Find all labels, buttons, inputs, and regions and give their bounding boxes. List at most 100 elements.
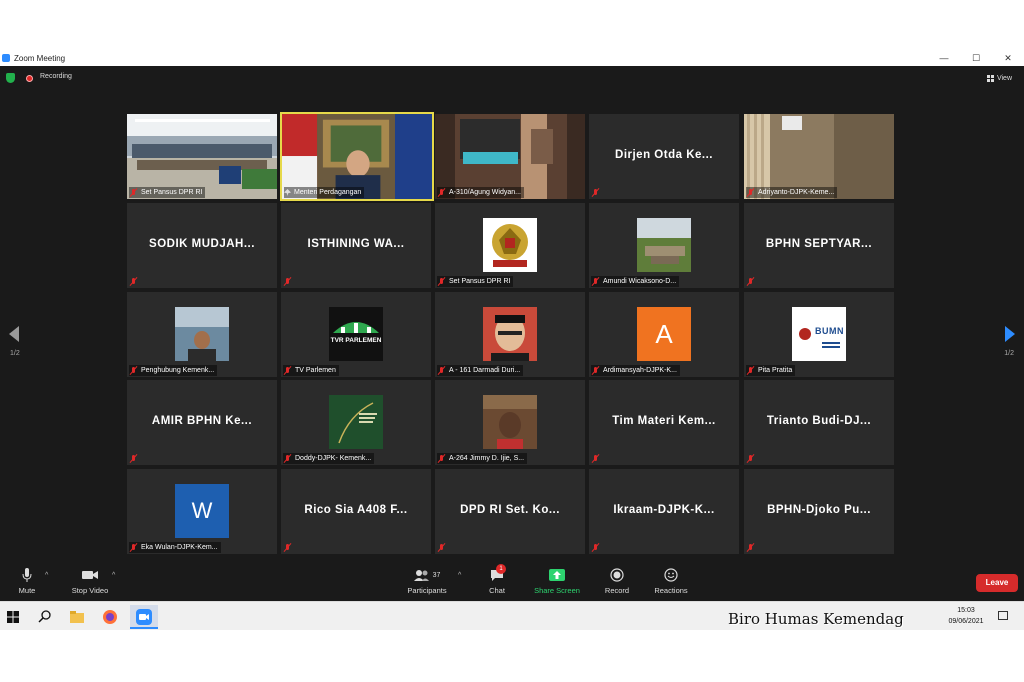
participant-name: DPD RI Set. Ko... bbox=[460, 504, 560, 516]
share-screen-icon bbox=[549, 568, 565, 581]
participant-tile[interactable]: SODIK MUDJAH... bbox=[127, 203, 277, 288]
mic-muted-icon bbox=[283, 366, 292, 375]
participant-tile[interactable]: TVR PARLEMEN TV Parlemen bbox=[281, 292, 431, 377]
participant-tile[interactable]: Penghubung Kemenk... bbox=[127, 292, 277, 377]
mic-muted-icon bbox=[591, 543, 600, 552]
notification-icon[interactable] bbox=[998, 611, 1008, 620]
audio-options-chevron-icon[interactable]: ^ bbox=[45, 572, 48, 579]
participant-tile[interactable]: Tim Materi Kem... bbox=[589, 380, 739, 465]
firefox-icon[interactable] bbox=[101, 608, 119, 626]
mute-button[interactable]: Mute bbox=[12, 567, 42, 595]
participant-label bbox=[437, 542, 452, 553]
windows-start-icon[interactable] bbox=[4, 608, 22, 626]
participant-tile[interactable]: ISTHINING WA... bbox=[281, 203, 431, 288]
shield-icon[interactable] bbox=[6, 73, 15, 83]
zoom-app-icon bbox=[136, 609, 152, 625]
participants-button[interactable]: 37 Participants bbox=[402, 567, 452, 595]
letter-avatar: A bbox=[637, 307, 691, 361]
next-page-button[interactable] bbox=[1002, 324, 1018, 344]
clock-time: 15:03 bbox=[957, 607, 975, 614]
mic-muted-icon bbox=[129, 543, 138, 552]
pin-icon bbox=[284, 189, 291, 196]
participant-tile[interactable]: Amundi Wicaksono-D... bbox=[589, 203, 739, 288]
photo-avatar bbox=[175, 307, 229, 361]
participant-tile[interactable]: DPD RI Set. Ko... bbox=[435, 469, 585, 554]
participant-name: Tim Materi Kem... bbox=[612, 415, 716, 427]
participant-tile[interactable]: BPHN SEPTYAR... bbox=[744, 203, 894, 288]
participant-label: Penghubung Kemenk... bbox=[129, 365, 218, 376]
view-button[interactable]: View bbox=[983, 71, 1016, 85]
stop-video-button[interactable]: Stop Video bbox=[66, 567, 114, 595]
mic-muted-icon bbox=[129, 277, 138, 286]
person-photo bbox=[483, 395, 537, 449]
participant-tile[interactable]: Trianto Budi-DJ... bbox=[744, 380, 894, 465]
window-controls: — ☐ ✕ bbox=[928, 50, 1024, 66]
tvr-logo-text: TVR PARLEMEN bbox=[330, 337, 382, 344]
participant-tile[interactable]: A-264 Jimmy D. Ijie, S... bbox=[435, 380, 585, 465]
participant-tile[interactable]: Set Pansus DPR RI bbox=[127, 114, 277, 199]
participant-name: Rico Sia A408 F... bbox=[304, 504, 408, 516]
participant-label: A-264 Jimmy D. Ijie, S... bbox=[437, 453, 528, 464]
mic-muted-icon bbox=[746, 188, 755, 197]
photo-avatar bbox=[483, 307, 537, 361]
participant-name: BPHN SEPTYAR... bbox=[765, 238, 873, 250]
participant-label: Set Pansus DPR RI bbox=[437, 276, 514, 287]
participant-label: A-310/Agung Widyan... bbox=[437, 187, 524, 198]
file-explorer-icon[interactable] bbox=[68, 608, 86, 626]
photo-avatar bbox=[483, 395, 537, 449]
mic-muted-icon bbox=[437, 188, 446, 197]
record-button[interactable]: Record bbox=[602, 567, 632, 595]
participant-tile[interactable]: BUMN Pita Pratita bbox=[744, 292, 894, 377]
participant-tile[interactable]: BPHN-Djoko Pu... bbox=[744, 469, 894, 554]
taskbar-clock[interactable]: 15:03 09/06/2021 bbox=[944, 605, 988, 627]
recording-label: Recording bbox=[40, 73, 72, 80]
participant-tile[interactable]: Ikraam-DJPK-K... bbox=[589, 469, 739, 554]
participant-tile[interactable]: Doddy-DJPK- Kemenk... bbox=[281, 380, 431, 465]
dpr-emblem-avatar bbox=[483, 218, 537, 272]
participant-tile[interactable]: Rico Sia A408 F... bbox=[281, 469, 431, 554]
participant-name: Ikraam-DJPK-K... bbox=[613, 504, 715, 516]
participant-tile[interactable]: A - 161 Darmadi Duri... bbox=[435, 292, 585, 377]
participant-label bbox=[746, 542, 761, 553]
mic-muted-icon bbox=[437, 454, 446, 463]
green-card-avatar bbox=[329, 395, 383, 449]
recording-icon bbox=[26, 75, 33, 82]
participant-label bbox=[129, 453, 144, 464]
record-icon bbox=[610, 568, 624, 582]
participant-label bbox=[746, 276, 761, 287]
windows-taskbar: Biro Humas Kemendag 15:03 09/06/2021 bbox=[0, 601, 1024, 630]
zoom-taskbar-button[interactable] bbox=[130, 605, 158, 629]
participant-tile[interactable]: A-310/Agung Widyan... bbox=[435, 114, 585, 199]
previous-page-button[interactable] bbox=[6, 324, 22, 344]
smiley-icon bbox=[664, 568, 678, 582]
leave-button[interactable]: Leave bbox=[976, 574, 1018, 592]
participant-label: Amundi Wicaksono-D... bbox=[591, 276, 680, 287]
grid-icon bbox=[986, 74, 994, 82]
participant-tile[interactable]: Dirjen Otda Ke... bbox=[589, 114, 739, 199]
reactions-button[interactable]: Reactions bbox=[652, 567, 690, 595]
participants-icon bbox=[413, 570, 429, 581]
mic-muted-icon bbox=[129, 454, 138, 463]
participant-tile[interactable]: Adriyanto-DJPK-Keme... bbox=[744, 114, 894, 199]
minimize-button[interactable]: — bbox=[928, 50, 960, 66]
tvr-parlemen-avatar: TVR PARLEMEN bbox=[329, 307, 383, 361]
participants-options-chevron-icon[interactable]: ^ bbox=[458, 572, 461, 579]
share-screen-button[interactable]: Share Screen bbox=[530, 567, 584, 595]
participant-label: TV Parlemen bbox=[283, 365, 339, 376]
screen: Zoom Meeting — ☐ ✕ Recording View 1/2 1/… bbox=[0, 0, 1024, 682]
participant-label: Menteri Perdagangan bbox=[284, 187, 365, 198]
participant-tile[interactable]: A Ardimansyah-DJPK-K... bbox=[589, 292, 739, 377]
letter-avatar: W bbox=[175, 484, 229, 538]
mic-muted-icon bbox=[591, 366, 600, 375]
participant-tile[interactable]: AMIR BPHN Ke... bbox=[127, 380, 277, 465]
close-button[interactable]: ✕ bbox=[992, 50, 1024, 66]
maximize-button[interactable]: ☐ bbox=[960, 50, 992, 66]
search-icon[interactable] bbox=[36, 608, 54, 626]
chat-button[interactable]: 1 Chat bbox=[484, 564, 510, 595]
mic-muted-icon bbox=[591, 277, 600, 286]
participant-tile[interactable]: Set Pansus DPR RI bbox=[435, 203, 585, 288]
participant-tile[interactable]: W Eka Wulan-DJPK-Kem... bbox=[127, 469, 277, 554]
participant-label bbox=[746, 453, 761, 464]
video-options-chevron-icon[interactable]: ^ bbox=[112, 572, 115, 579]
participant-tile-active-speaker[interactable]: Menteri Perdagangan bbox=[280, 112, 434, 201]
